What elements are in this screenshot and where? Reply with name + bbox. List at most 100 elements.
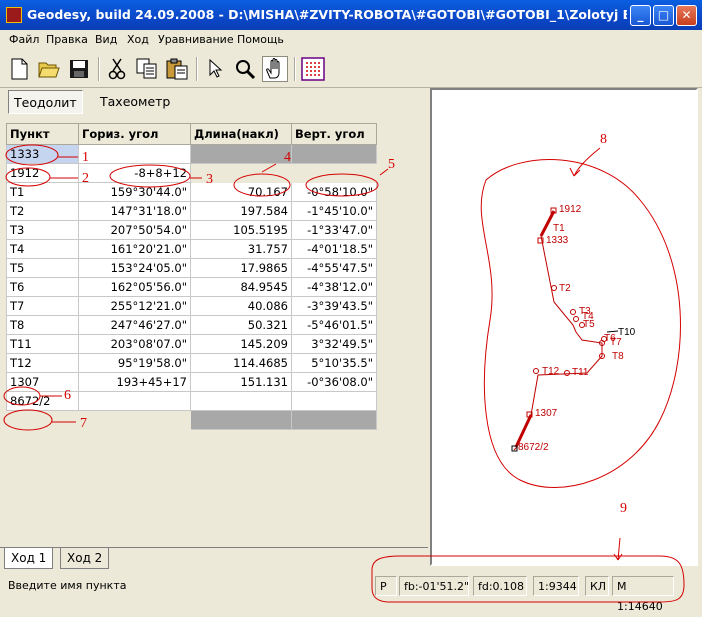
map-label: T7 [610, 337, 622, 348]
observations-grid: Пункт Гориз. угол Длина(накл) Верт. угол… [6, 123, 426, 543]
map-point-T11[interactable] [564, 370, 570, 376]
cell-length[interactable]: 197.584 [190, 201, 292, 221]
cell-length[interactable] [190, 144, 292, 164]
tab-theodolite[interactable]: Теодолит [8, 90, 83, 114]
cell-angle[interactable]: 159°30'44.0" [78, 182, 191, 202]
menu-view[interactable]: Вид [95, 33, 117, 46]
cell-vert[interactable]: -4°38'12.0" [291, 277, 377, 297]
table-row: 1912 -8+8+12 [6, 163, 377, 183]
cell-angle[interactable] [78, 391, 191, 411]
toolbar [0, 51, 702, 88]
cell-angle[interactable]: 203°08'07.0" [78, 334, 191, 354]
map-point-T2[interactable] [551, 285, 557, 291]
cell-vert[interactable]: -4°55'47.5" [291, 258, 377, 278]
map-label: T12 [542, 366, 560, 377]
cell-length[interactable]: 31.757 [190, 239, 292, 259]
cell-angle[interactable]: 193+45+17 [78, 372, 191, 392]
cell-vert[interactable]: -3°39'43.5" [291, 296, 377, 316]
open-folder-icon[interactable] [36, 56, 62, 82]
cell-angle[interactable]: 255°12'21.0" [78, 296, 191, 316]
map-point-T3[interactable] [570, 309, 576, 315]
cell-point[interactable]: 8672/2 [6, 391, 79, 411]
cell-length[interactable]: 17.9865 [190, 258, 292, 278]
cell-point[interactable]: T6 [6, 277, 79, 297]
status-p: P [375, 576, 397, 596]
cell-length[interactable]: 40.086 [190, 296, 292, 316]
zoom-icon[interactable] [232, 56, 258, 82]
cell-length[interactable] [190, 163, 292, 183]
cell-vert[interactable] [291, 163, 377, 183]
cell-point[interactable]: 1307 [6, 372, 79, 392]
cell-angle[interactable]: 162°05'56.0" [78, 277, 191, 297]
cell-vert[interactable]: -1°33'47.0" [291, 220, 377, 240]
status-bar: Введите имя пункта P fb:-01'51.2" fd:0.1… [0, 572, 702, 613]
minimize-button[interactable]: _ [630, 5, 651, 26]
pointer-icon[interactable] [202, 56, 228, 82]
table-row: T3 207°50'54.0" 105.5195 -1°33'47.0" [6, 220, 377, 240]
maximize-button[interactable]: □ [653, 5, 674, 26]
cell-vert[interactable] [291, 144, 377, 164]
cell-point[interactable]: T8 [6, 315, 79, 335]
table-row: T4 161°20'21.0" 31.757 -4°01'18.5" [6, 239, 377, 259]
calculator-icon[interactable] [300, 56, 326, 82]
column-header-vertical-angle[interactable]: Верт. угол [291, 123, 377, 145]
cell-point[interactable]: T4 [6, 239, 79, 259]
cell-point[interactable]: T3 [6, 220, 79, 240]
cell-vert[interactable]: -0°36'08.0" [291, 372, 377, 392]
cell-angle[interactable]: 147°31'18.0" [78, 201, 191, 221]
tab-tacheometer[interactable]: Тахеометр [95, 90, 175, 114]
table-row: 1333 [6, 144, 377, 164]
cell-vert[interactable]: -5°46'01.5" [291, 315, 377, 335]
cell-length[interactable] [190, 391, 292, 411]
new-file-icon[interactable] [6, 56, 32, 82]
menu-traverse[interactable]: Ход [127, 33, 149, 46]
cell-angle[interactable]: 153°24'05.0" [78, 258, 191, 278]
cell-angle[interactable]: 247°46'27.0" [78, 315, 191, 335]
map-point-T12[interactable] [533, 368, 539, 374]
menu-file[interactable]: Файл [9, 33, 39, 46]
cell-point[interactable]: 1333 [6, 144, 79, 164]
column-header-horizontal-angle[interactable]: Гориз. угол [78, 123, 191, 145]
cell-vert[interactable]: 5°10'35.5" [291, 353, 377, 373]
tab-traverse-2[interactable]: Ход 2 [60, 548, 110, 569]
cell-length[interactable]: 145.209 [190, 334, 292, 354]
pan-hand-icon[interactable] [262, 56, 288, 82]
column-header-length[interactable]: Длина(накл) [190, 123, 292, 145]
cell-point[interactable]: T7 [6, 296, 79, 316]
cell-vert[interactable]: -4°01'18.5" [291, 239, 377, 259]
cell-length[interactable]: 50.321 [190, 315, 292, 335]
cut-icon[interactable] [104, 56, 130, 82]
cell-point[interactable]: T11 [6, 334, 79, 354]
traverse-map[interactable]: 1912 T1 1333 T2 T3 T4 T5 T6 T7 T8 T10 T1… [430, 88, 698, 566]
cell-angle[interactable] [78, 144, 191, 164]
save-icon[interactable] [66, 56, 92, 82]
cell-angle[interactable]: -8+8+12 [78, 163, 191, 183]
cell-angle[interactable]: 207°50'54.0" [78, 220, 191, 240]
cell-length[interactable]: 84.9545 [190, 277, 292, 297]
copy-icon[interactable] [134, 56, 160, 82]
menu-help[interactable]: Помощь [237, 33, 284, 46]
cell-length[interactable]: 70.167 [190, 182, 292, 202]
cell-length[interactable]: 151.131 [190, 372, 292, 392]
cell-length[interactable]: 114.4685 [190, 353, 292, 373]
column-header-point[interactable]: Пункт [6, 123, 79, 145]
cell-vert[interactable] [291, 391, 377, 411]
map-label: T11 [572, 367, 589, 378]
cell-vert[interactable]: -1°45'10.0" [291, 201, 377, 221]
cell-point[interactable]: 1912 [6, 163, 79, 183]
map-point-T4[interactable] [573, 316, 579, 322]
cell-length[interactable]: 105.5195 [190, 220, 292, 240]
tab-traverse-1[interactable]: Ход 1 [4, 548, 54, 569]
cell-point[interactable]: T12 [6, 353, 79, 373]
menu-edit[interactable]: Правка [46, 33, 88, 46]
cell-point[interactable]: T1 [6, 182, 79, 202]
menu-adjustment[interactable]: Уравнивание [158, 33, 234, 46]
cell-angle[interactable]: 161°20'21.0" [78, 239, 191, 259]
cell-vert[interactable]: 3°32'49.5" [291, 334, 377, 354]
cell-point[interactable]: T2 [6, 201, 79, 221]
cell-point[interactable]: T5 [6, 258, 79, 278]
cell-vert[interactable]: -0°58'10.0" [291, 182, 377, 202]
cell-angle[interactable]: 95°19'58.0" [78, 353, 191, 373]
close-button[interactable]: ✕ [676, 5, 697, 26]
paste-icon[interactable] [164, 56, 190, 82]
